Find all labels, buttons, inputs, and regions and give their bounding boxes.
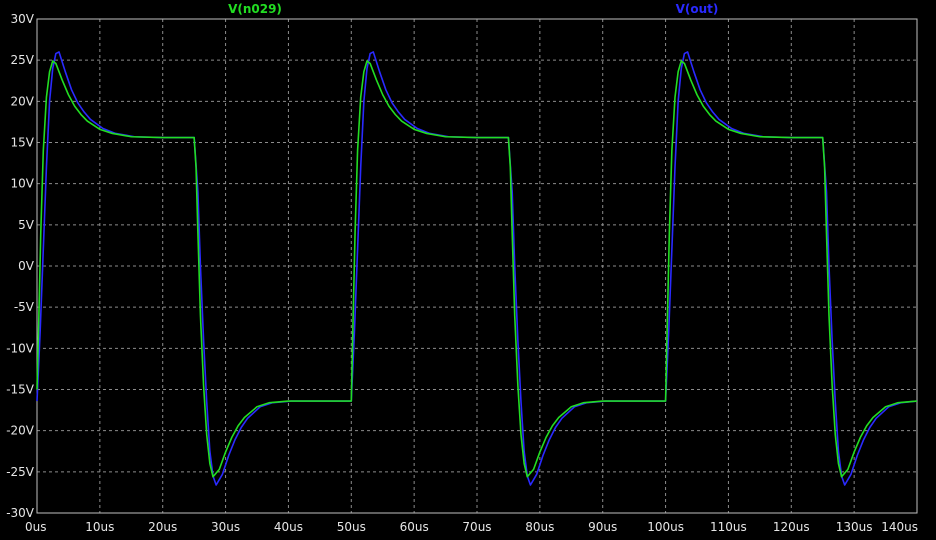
y-tick-label: -5V (14, 300, 35, 314)
y-tick-label: 10V (11, 177, 35, 191)
x-tick-label: 70us (462, 520, 491, 534)
y-tick-label: -15V (6, 383, 35, 397)
y-tick-label: 5V (18, 218, 35, 232)
x-tick-label: 90us (588, 520, 617, 534)
legend-v-n029[interactable]: V(n029) (228, 2, 282, 16)
x-tick-label: 110us (710, 520, 747, 534)
waveform-plot[interactable]: -30V -25V -20V -15V -10V -5V 0V 5V 10V 15V 20V 25V 3… (0, 0, 936, 540)
x-tick-label: 40us (274, 520, 303, 534)
y-tick-label: -10V (6, 341, 35, 355)
x-tick-label: 20us (148, 520, 177, 534)
y-tick-label: 25V (11, 53, 35, 67)
x-tick-label: 120us (773, 520, 810, 534)
y-tick-label: -25V (6, 465, 35, 479)
x-tick-label: 140us (881, 520, 918, 534)
x-tick-label: 0us (25, 520, 47, 534)
x-tick-label: 80us (525, 520, 554, 534)
y-tick-label: 0V (18, 259, 35, 273)
y-tick-label: 20V (11, 94, 35, 108)
x-tick-labels: 0us 10us 20us 30us 40us 50us 60us 70us 80us 90us 1… (25, 520, 918, 534)
x-tick-label: 50us (337, 520, 366, 534)
x-tick-label: 100us (647, 520, 684, 534)
y-tick-label: 30V (11, 12, 35, 26)
y-tick-label: 15V (11, 136, 35, 150)
legend-v-out[interactable]: V(out) (676, 2, 719, 16)
plot-background (0, 0, 936, 540)
x-tick-label: 130us (836, 520, 873, 534)
y-tick-label: -30V (6, 506, 35, 520)
y-tick-label: -20V (6, 424, 35, 438)
x-tick-label: 30us (211, 520, 240, 534)
x-tick-label: 60us (400, 520, 429, 534)
x-tick-label: 10us (85, 520, 114, 534)
